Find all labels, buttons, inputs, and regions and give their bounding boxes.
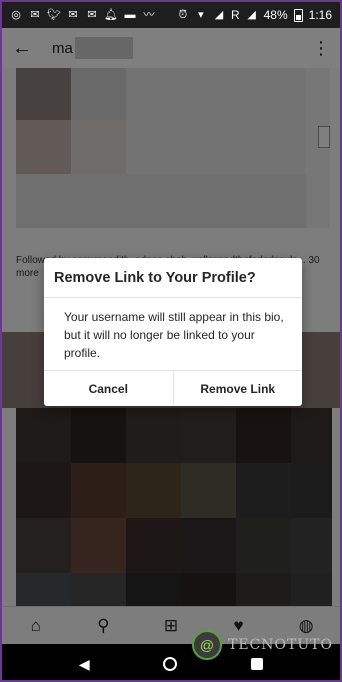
back-triangle-icon[interactable]: ◀ xyxy=(79,656,90,673)
dialog-message: Your username will still appear in this … xyxy=(64,310,284,360)
dialog-divider xyxy=(44,297,302,298)
dialog-actions: Cancel Remove Link xyxy=(44,370,302,406)
status-bar: ◎ ✉ 🐦︎ ✉ ✉ 🔔︎ ▬ 〰 ⏰︎ ▾ ◢ R ◢ 48% 1:16 xyxy=(2,2,340,28)
mustache-icon: 〰 xyxy=(143,8,155,21)
wifi-icon: ▾ xyxy=(198,8,204,21)
network-letter: R xyxy=(230,8,240,22)
battery-icon xyxy=(293,8,303,22)
clock: 1:16 xyxy=(308,8,332,22)
watermark-logo-icon: @ xyxy=(192,630,222,660)
home-circle-icon[interactable] xyxy=(163,657,178,671)
watermark: @ TECNOTUTO xyxy=(192,630,333,660)
email-icon: ✉ xyxy=(30,8,40,21)
dialog-title: Remove Link to Your Profile? xyxy=(54,270,256,286)
notification-icon: 🔔︎ xyxy=(104,8,118,21)
email-icon: ✉ xyxy=(68,8,78,21)
cancel-button[interactable]: Cancel xyxy=(44,371,173,406)
whatsapp-icon: ◎ xyxy=(11,8,21,21)
email-icon: ✉ xyxy=(87,8,97,21)
notification-icons: ◎ ✉ 🐦︎ ✉ ✉ 🔔︎ ▬ 〰 xyxy=(10,9,155,21)
battery-percent: 48% xyxy=(263,8,288,22)
twitter-icon: 🐦︎ xyxy=(47,8,61,21)
signal-icon: ◢ xyxy=(214,8,224,21)
alarm-icon: ⏰︎ xyxy=(178,8,188,21)
signal-icon: ◢ xyxy=(247,8,256,21)
messages-icon: ▬ xyxy=(124,8,136,21)
remove-link-dialog: Remove Link to Your Profile? Your userna… xyxy=(44,258,302,406)
remove-link-button[interactable]: Remove Link xyxy=(174,371,303,406)
phone-screen: ◎ ✉ 🐦︎ ✉ ✉ 🔔︎ ▬ 〰 ⏰︎ ▾ ◢ R ◢ 48% 1:16 ← … xyxy=(0,0,342,682)
watermark-text: TECNOTUTO xyxy=(228,637,333,653)
system-indicators: ⏰︎ ▾ ◢ R ◢ 48% 1:16 xyxy=(177,8,332,22)
